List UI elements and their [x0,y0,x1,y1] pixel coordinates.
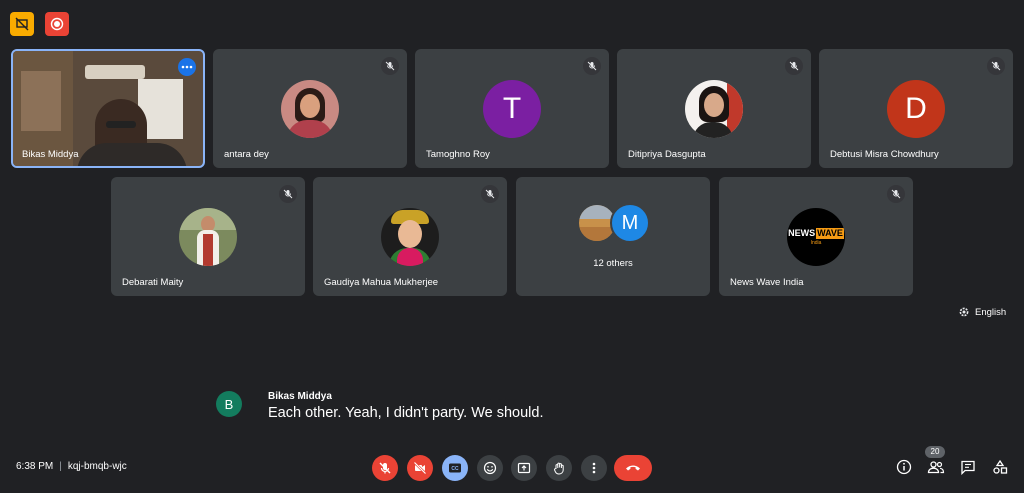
avatar: D [887,80,945,138]
avatar [179,208,237,266]
videocam-off-icon [413,461,427,475]
participant-tile-debarati-maity[interactable]: Debarati Maity [111,177,305,296]
meeting-separator: | [59,461,62,472]
call-end-icon [626,465,640,471]
presentation-off-icon [15,17,29,31]
camera-button[interactable] [407,455,433,481]
participant-tile-debtusi-misra-chowdhury[interactable]: D Debtusi Misra Chowdhury [819,49,1013,168]
others-avatar-initial: M [610,203,650,243]
people-icon [927,461,945,474]
present-to-all-icon [517,462,531,474]
mic-off-indicator [987,57,1005,75]
mic-off-icon [379,462,391,474]
avatar [281,80,339,138]
speaker-avatar: B [216,391,242,417]
more-horiz-icon [181,65,193,69]
activities-button[interactable] [989,456,1011,478]
present-now-button[interactable] [511,455,537,481]
microphone-button[interactable] [372,455,398,481]
meeting-code: kqj-bmqb-wjc [67,461,127,472]
participant-tile-bikas-middya[interactable]: Bikas Middya [11,49,205,168]
participant-name: Ditipriya Dasgupta [628,149,706,160]
meeting-details-button[interactable] [893,456,915,478]
caption-language-button[interactable]: English [958,306,1006,318]
captions-button[interactable]: CC [442,455,468,481]
mic-off-indicator [887,185,905,203]
caption-text: Each other. Yeah, I didn't party. We sho… [268,405,544,421]
leave-call-button[interactable] [614,455,652,481]
mic-off-indicator [279,185,297,203]
participant-name: Gaudiya Mahua Mukherjee [324,277,439,288]
participant-name: Bikas Middya [22,149,79,160]
mic-off-icon [385,61,395,71]
more-options-button[interactable] [178,58,196,76]
activities-icon [993,459,1008,474]
news-wave-logo: NEWS WAVE India [787,208,845,266]
mic-off-icon [587,61,597,71]
participant-tile-antara-dey[interactable]: antara dey [213,49,407,168]
mic-off-icon [485,189,495,199]
others-count-label: 12 others [593,258,633,269]
reactions-button[interactable] [477,455,503,481]
meeting-time: 6:38 PM [16,461,54,472]
mic-off-indicator [583,57,601,75]
emoji-icon [483,461,497,475]
participant-tile-news-wave-india[interactable]: NEWS WAVE India News Wave India [719,177,913,296]
mic-off-indicator [785,57,803,75]
others-tile[interactable]: M 12 others [516,177,710,296]
info-icon [896,459,912,475]
more-vert-icon [592,462,596,474]
mic-off-indicator [481,185,499,203]
mic-off-icon [891,189,901,199]
mic-off-indicator [381,57,399,75]
hand-icon [553,462,564,475]
chat-button[interactable] [957,456,979,478]
participant-name: Tamoghno Roy [426,149,490,160]
people-count-badge: 20 [925,446,945,458]
record-icon [50,17,64,31]
participant-name: Debarati Maity [122,277,184,288]
avatar [685,80,743,138]
settings-icon [959,307,969,317]
chat-icon [961,460,975,475]
mic-off-icon [283,189,293,199]
meeting-info: 6:38 PM | kqj-bmqb-wjc [16,461,127,472]
more-options-button[interactable] [581,455,607,481]
raise-hand-button[interactable] [546,455,572,481]
presentation-off-indicator[interactable] [10,12,34,36]
avatar: T [483,80,541,138]
mic-off-icon [991,61,1001,71]
participant-tile-ditipriya-dasgupta[interactable]: Ditipriya Dasgupta [617,49,811,168]
participant-name: antara dey [224,149,269,160]
caption-language-label: English [975,306,1007,318]
svg-text:CC: CC [451,466,459,472]
recording-indicator[interactable] [45,12,69,36]
caption-speaker-name: Bikas Middya [268,391,332,402]
avatar [381,208,439,266]
participant-tile-gaudiya-mahua-mukherjee[interactable]: Gaudiya Mahua Mukherjee [313,177,507,296]
closed-caption-icon: CC [449,463,461,473]
mic-off-icon [789,61,799,71]
participant-name: Debtusi Misra Chowdhury [830,149,939,160]
participant-name: News Wave India [730,277,804,288]
participant-tile-tamoghno-roy[interactable]: T Tamoghno Roy [415,49,609,168]
people-button[interactable] [925,456,947,478]
